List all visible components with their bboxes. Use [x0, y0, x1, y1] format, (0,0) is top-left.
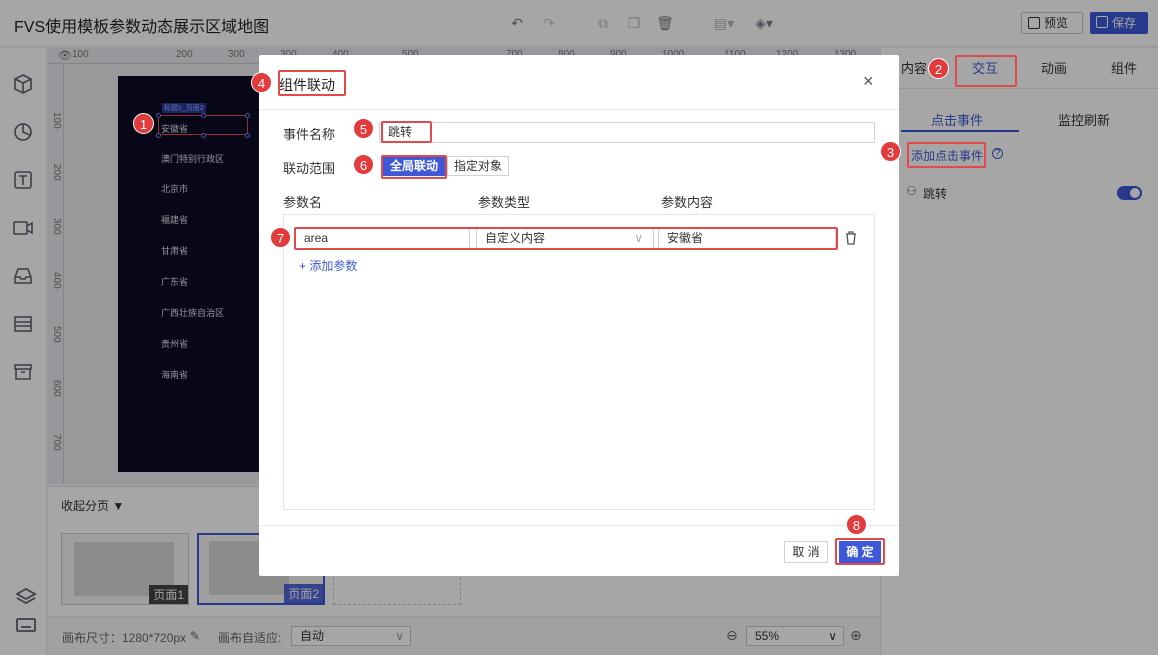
divider: [259, 109, 899, 110]
step-badge: 6: [353, 154, 374, 175]
cancel-button[interactable]: 取 消: [784, 541, 828, 563]
highlight-box: [381, 121, 432, 143]
step-badge: 5: [353, 118, 374, 139]
scope-target-button[interactable]: 指定对象: [447, 156, 509, 176]
highlight-box: [907, 142, 986, 168]
highlight-box: [278, 70, 346, 96]
params-table: [283, 214, 875, 510]
column-header-param-type: 参数类型: [478, 195, 531, 210]
scope-label: 联动范围: [283, 161, 336, 176]
trash-icon[interactable]: [845, 231, 857, 245]
divider: [259, 525, 899, 526]
highlight-box: [955, 55, 1017, 87]
highlight-box: [294, 227, 838, 250]
highlight-box: [835, 538, 885, 565]
step-badge: 3: [880, 141, 901, 162]
step-badge: 1: [133, 113, 154, 134]
column-header-param-name: 参数名: [283, 195, 323, 210]
step-badge: 7: [270, 227, 291, 248]
add-param-link[interactable]: + 添加参数: [299, 257, 357, 274]
step-badge: 2: [928, 58, 949, 79]
column-header-param-content: 参数内容: [661, 195, 714, 210]
event-name-input[interactable]: 跳转: [379, 122, 875, 143]
highlight-box: [381, 155, 447, 179]
step-badge: 4: [251, 72, 272, 93]
close-icon[interactable]: ×: [863, 71, 874, 92]
event-name-label: 事件名称: [283, 127, 336, 142]
step-badge: 8: [846, 514, 867, 535]
